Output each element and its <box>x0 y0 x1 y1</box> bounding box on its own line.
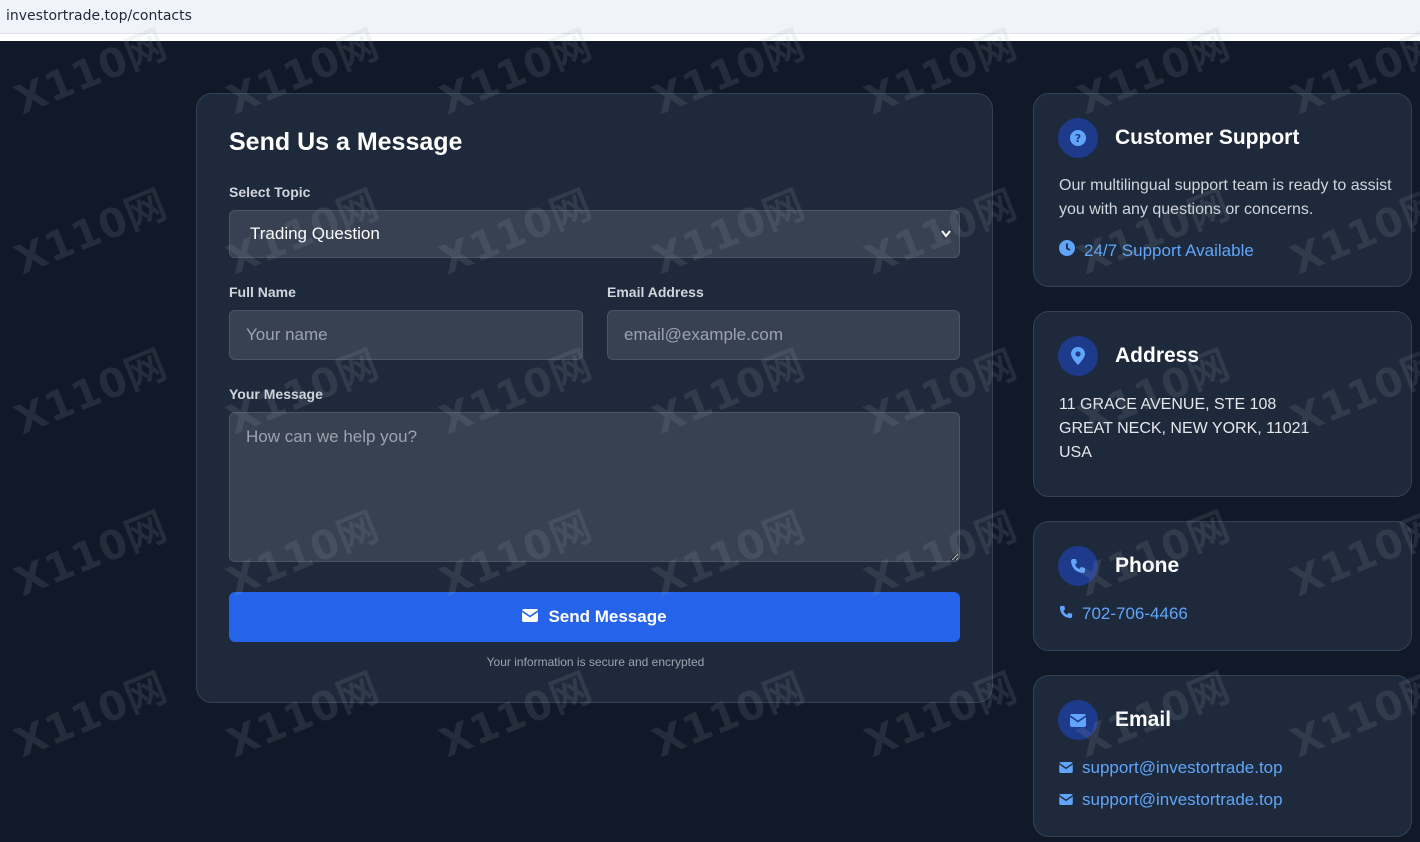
envelope-icon-small <box>1058 790 1074 810</box>
contact-form-card: Send Us a Message Select Topic Trading Q… <box>196 93 993 703</box>
address-line-1: 11 GRACE AVENUE, STE 108 <box>1059 396 1277 413</box>
envelope-icon <box>521 607 539 627</box>
full-name-input[interactable] <box>229 310 583 360</box>
form-title: Send Us a Message <box>229 128 463 156</box>
email-label: Email Address <box>607 284 704 300</box>
map-pin-icon <box>1058 336 1098 376</box>
topic-select-value: Trading Question <box>250 224 380 243</box>
phone-icon-small <box>1059 604 1073 624</box>
support-availability: 24/7 Support Available <box>1059 240 1254 261</box>
phone-number-link[interactable]: 702-706-4466 <box>1059 604 1188 624</box>
send-message-label: Send Message <box>548 607 667 626</box>
support-title: Customer Support <box>1115 126 1300 149</box>
availability-text: 24/7 Support Available <box>1084 240 1254 260</box>
email-card: Email support@investortrade.top support@… <box>1033 675 1412 837</box>
question-icon: ? <box>1058 118 1098 158</box>
watermark-text: X110网 <box>8 181 174 284</box>
phone-number: 702-706-4466 <box>1082 604 1188 623</box>
phone-title: Phone <box>1115 554 1180 577</box>
name-label: Full Name <box>229 284 296 300</box>
topic-label: Select Topic <box>229 184 311 200</box>
url-text[interactable]: investortrade.top/contacts <box>6 8 192 24</box>
envelope-icon <box>1058 700 1098 740</box>
email-address-2: support@investortrade.top <box>1082 790 1283 809</box>
phone-icon <box>1058 546 1098 586</box>
email-title: Email <box>1115 708 1172 731</box>
email-link-1[interactable]: support@investortrade.top <box>1058 758 1283 778</box>
message-textarea[interactable] <box>229 412 960 562</box>
phone-card: Phone 702-706-4466 <box>1033 521 1412 651</box>
topic-select[interactable]: Trading Question <box>229 210 960 258</box>
email-address-1: support@investortrade.top <box>1082 758 1283 777</box>
send-message-button[interactable]: Send Message <box>229 592 960 642</box>
chevron-down-icon <box>941 211 951 276</box>
email-link-2[interactable]: support@investortrade.top <box>1058 790 1283 810</box>
clock-icon <box>1059 240 1075 261</box>
email-address-input[interactable] <box>607 310 960 360</box>
secure-note: Your information is secure and encrypted <box>486 655 705 669</box>
svg-text:?: ? <box>1075 132 1081 145</box>
browser-address-bar[interactable]: investortrade.top/contacts <box>0 0 1420 34</box>
message-label: Your Message <box>229 386 323 402</box>
watermark-text: X110网 <box>8 341 174 444</box>
address-bar-divider <box>0 34 1420 41</box>
customer-support-card: ? Customer Support Our multilingual supp… <box>1033 93 1412 287</box>
envelope-icon-small <box>1058 758 1074 778</box>
support-description: Our multilingual support team is ready t… <box>1059 177 1392 218</box>
address-line-2: GREAT NECK, NEW YORK, 11021 <box>1059 420 1310 437</box>
address-title: Address <box>1115 344 1200 367</box>
watermark-text: X110网 <box>8 664 174 767</box>
address-card: Address 11 GRACE AVENUE, STE 108 GREAT N… <box>1033 311 1412 497</box>
watermark-text: X110网 <box>8 503 174 606</box>
address-line-3: USA <box>1059 444 1092 461</box>
